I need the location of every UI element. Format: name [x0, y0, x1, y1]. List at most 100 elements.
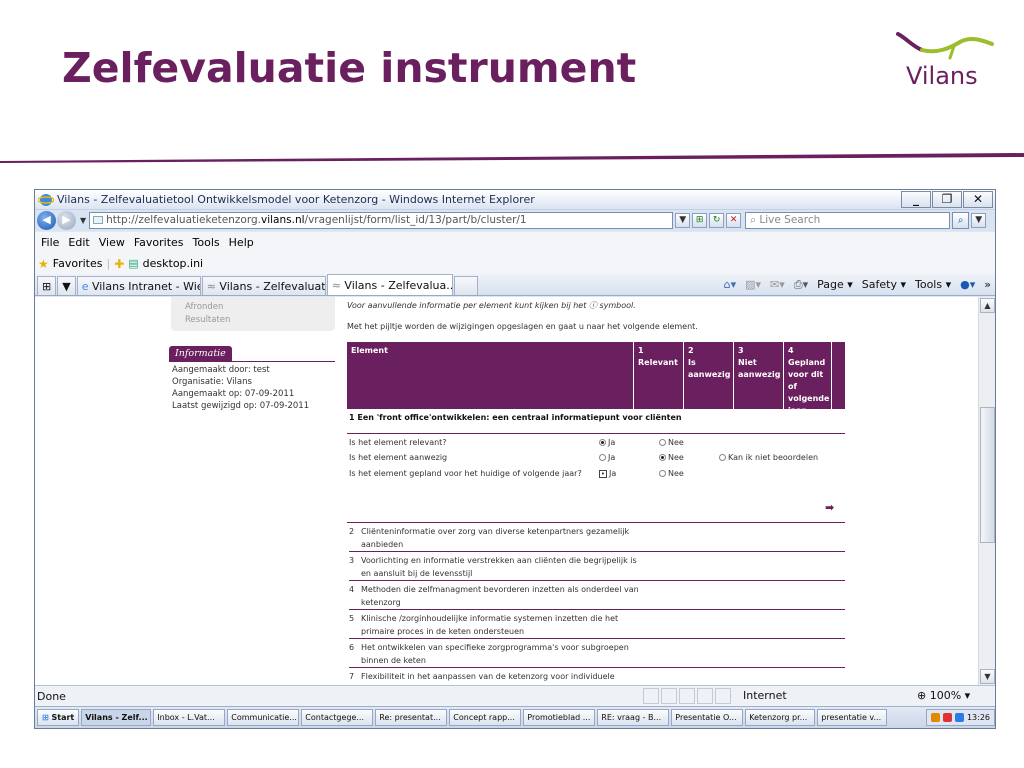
- clock: 13:26: [966, 713, 990, 722]
- minimize-button[interactable]: _: [901, 191, 931, 208]
- task-1[interactable]: Inbox - L.Vat...: [153, 709, 226, 726]
- feeds-icon[interactable]: ▨▾: [745, 278, 761, 292]
- option-ja[interactable]: Ja: [599, 453, 615, 462]
- task-3[interactable]: Contactgege...: [301, 709, 374, 726]
- option-nee[interactable]: Nee: [659, 469, 684, 478]
- task-10[interactable]: presentatie v...: [817, 709, 888, 726]
- add-favorite-icon[interactable]: ✚: [114, 257, 124, 271]
- tab-zelfevaluatie-1[interactable]: ≈ Vilans - Zelfevaluatie...: [201, 276, 326, 295]
- safety-menu[interactable]: Safety ▾: [862, 278, 906, 292]
- zoom-level[interactable]: ⊕ 100% ▾: [917, 689, 970, 702]
- refresh-icon[interactable]: ↻: [709, 213, 725, 228]
- list-item[interactable]: 6 Het ontwikkelen van specifieke zorgprog…: [349, 640, 845, 668]
- help-icon[interactable]: ●▾: [960, 278, 975, 292]
- radio-icon[interactable]: [599, 454, 606, 461]
- tray-icon[interactable]: [942, 713, 952, 722]
- sidebar-menu: Afronden Resultaten: [171, 297, 335, 331]
- item-number: 6: [349, 643, 355, 652]
- header-gepland: 4 Gepland voor dit of volgende jaar: [783, 342, 831, 415]
- header-relevant: 1 Relevant: [633, 342, 683, 409]
- page-menu[interactable]: Page ▾: [817, 278, 853, 292]
- print-icon[interactable]: ⎙▾: [794, 278, 808, 292]
- next-arrow-icon[interactable]: ➡: [825, 501, 834, 514]
- tab-list-icon[interactable]: ▼: [57, 276, 76, 295]
- windows-logo-icon: ⊞: [42, 713, 49, 722]
- task-7[interactable]: RE: vraag - B...: [597, 709, 670, 726]
- task-8[interactable]: Presentatie O...: [671, 709, 744, 726]
- radio-icon[interactable]: [659, 470, 666, 477]
- scroll-thumb[interactable]: [980, 407, 995, 543]
- option-nee[interactable]: Nee: [659, 438, 684, 447]
- tray-icon[interactable]: [930, 713, 940, 722]
- item-text: Cliënteninformatie over zorg van diverse…: [361, 527, 630, 549]
- menu-edit[interactable]: Edit: [68, 236, 89, 249]
- search-input[interactable]: ⌕ Live Search: [745, 212, 951, 229]
- list-item[interactable]: 5 Klinische /zorginhoudelijke informatie …: [349, 611, 845, 639]
- sidebar-link-resultaten[interactable]: Resultaten: [185, 314, 335, 327]
- forward-button[interactable]: ▶: [57, 211, 76, 230]
- search-go-button[interactable]: ⌕: [952, 212, 970, 229]
- task-2[interactable]: Communicatie...: [227, 709, 300, 726]
- browser-window: Vilans - Zelfevaluatietool Ontwikkelsmod…: [34, 189, 996, 729]
- tab-zelfevaluatie-active[interactable]: ≈ Vilans - Zelfevalua...✕: [326, 274, 453, 295]
- status-cell: [643, 688, 659, 704]
- sidebar-link-afronden[interactable]: Afronden: [185, 301, 335, 314]
- radio-checked-icon[interactable]: [659, 454, 666, 461]
- stop-icon[interactable]: ✕: [726, 213, 742, 228]
- search-placeholder: Live Search: [759, 214, 821, 226]
- menu-file[interactable]: File: [41, 236, 59, 249]
- favorites-button[interactable]: Favorites: [53, 257, 103, 270]
- favorite-item[interactable]: desktop.ini: [143, 257, 203, 270]
- menu-view[interactable]: View: [99, 236, 125, 249]
- security-zone: Internet: [743, 689, 787, 702]
- tab-intranet[interactable]: e Vilans Intranet - Wie ...: [76, 276, 201, 295]
- compat-view-icon[interactable]: ⊞: [692, 213, 708, 228]
- option-kan-niet-beoordelen[interactable]: Kan ik niet beoordelen: [719, 453, 818, 462]
- info-created-by: Aangemaakt door: test: [172, 365, 270, 375]
- option-ja[interactable]: • Ja: [599, 469, 616, 478]
- item-text: Klinische /zorginhoudelijke informatie s…: [361, 614, 619, 636]
- tab-bar: ⊞ ▼ e Vilans Intranet - Wie ... ≈ Vilans…: [35, 274, 995, 296]
- start-button[interactable]: ⊞ Start: [37, 709, 80, 726]
- tools-menu[interactable]: Tools ▾: [915, 278, 951, 292]
- url-input[interactable]: http://zelfevaluatieketenzorg.vilans.nl/…: [89, 212, 674, 229]
- menu-favorites[interactable]: Favorites: [134, 236, 184, 249]
- favorites-star-icon[interactable]: ★: [38, 257, 49, 271]
- list-item[interactable]: 3 Voorlichting en informatie verstrekken …: [349, 553, 845, 581]
- list-item[interactable]: 7 Flexibiliteit in het aanpassen van de k…: [349, 669, 845, 685]
- vertical-scrollbar[interactable]: ▲ ▼: [978, 297, 995, 685]
- back-button[interactable]: ◀: [37, 211, 56, 230]
- radio-icon[interactable]: [659, 439, 666, 446]
- task-6[interactable]: Promotieblad ...: [523, 709, 596, 726]
- new-tab-button[interactable]: [453, 276, 478, 295]
- home-icon[interactable]: ⌂▾: [724, 278, 737, 292]
- info-header: Informatie: [169, 341, 335, 362]
- task-0[interactable]: Vilans - Zelf...: [81, 709, 152, 726]
- list-item[interactable]: 2 Cliënteninformatie over zorg van divers…: [349, 524, 845, 552]
- scroll-down-icon[interactable]: ▼: [980, 669, 995, 684]
- url-dropdown-icon[interactable]: ▼: [675, 213, 691, 228]
- checkbox-checked-icon[interactable]: •: [599, 469, 607, 478]
- menu-tools[interactable]: Tools: [193, 236, 220, 249]
- history-dropdown-icon[interactable]: ▼: [80, 216, 86, 225]
- menu-help[interactable]: Help: [229, 236, 254, 249]
- mail-icon[interactable]: ✉▾: [770, 278, 785, 292]
- task-9[interactable]: Ketenzorg pr...: [745, 709, 816, 726]
- close-button[interactable]: ✕: [963, 191, 993, 208]
- restore-button[interactable]: ❐: [932, 191, 962, 208]
- menu-bar: File Edit View Favorites Tools Help: [35, 231, 995, 253]
- url-path: /vragenlijst/form/list_id/13/part/b/clus…: [304, 214, 527, 226]
- scroll-up-icon[interactable]: ▲: [980, 298, 995, 313]
- option-nee[interactable]: Nee: [659, 453, 684, 462]
- radio-icon[interactable]: [719, 454, 726, 461]
- task-4[interactable]: Re: presentat...: [375, 709, 448, 726]
- quick-tabs-icon[interactable]: ⊞: [37, 276, 57, 295]
- chevron-more-icon[interactable]: »: [984, 278, 991, 292]
- tray-icon[interactable]: [954, 713, 964, 722]
- slide: Zelfevaluatie instrument Vilans Vilans -…: [0, 0, 1024, 768]
- search-options-icon[interactable]: ▼: [971, 213, 987, 228]
- task-5[interactable]: Concept rapp...: [449, 709, 522, 726]
- list-item[interactable]: 4 Methoden die zelfmanagment bevorderen i…: [349, 582, 845, 610]
- option-ja[interactable]: Ja: [599, 438, 615, 447]
- radio-checked-icon[interactable]: [599, 439, 606, 446]
